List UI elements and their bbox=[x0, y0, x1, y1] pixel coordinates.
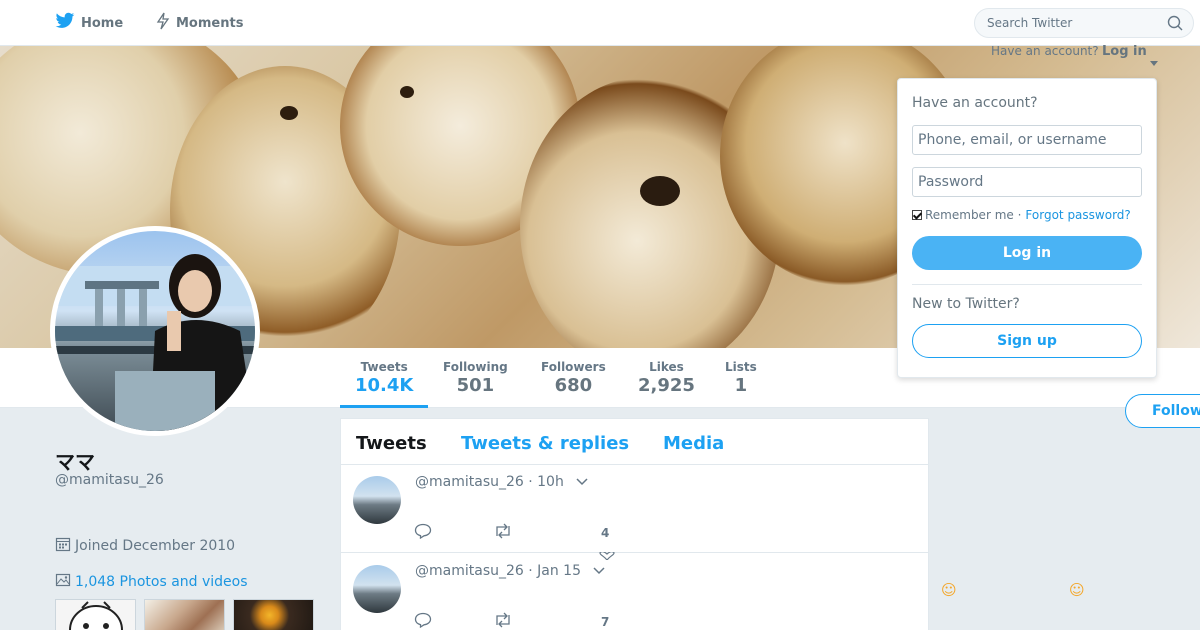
active-stat-indicator bbox=[340, 405, 428, 408]
login-menu-toggle[interactable]: Log in bbox=[1102, 44, 1147, 59]
joined-date: Joined December 2010 bbox=[55, 536, 235, 556]
chevron-down-icon[interactable] bbox=[576, 474, 588, 490]
tab-tweets-replies[interactable]: Tweets & replies bbox=[461, 433, 629, 454]
nav-home[interactable]: Home bbox=[55, 0, 123, 46]
tweet-handle[interactable]: @mamitasu_26 bbox=[415, 563, 524, 579]
tweet-handle[interactable]: @mamitasu_26 bbox=[415, 474, 524, 490]
calendar-icon bbox=[55, 536, 75, 556]
stat-tweets[interactable]: Tweets 10.4K bbox=[355, 360, 413, 397]
login-button[interactable]: Log in bbox=[912, 236, 1142, 270]
reply-icon[interactable] bbox=[414, 523, 432, 543]
tweet-header: @mamitasu_26 · 10h bbox=[415, 474, 588, 490]
avatar[interactable] bbox=[50, 226, 260, 436]
photo-thumbnail[interactable] bbox=[144, 599, 225, 630]
stat-lists[interactable]: Lists 1 bbox=[725, 360, 757, 397]
login-dropdown-title: Have an account? bbox=[912, 95, 1038, 111]
nav-moments-label: Moments bbox=[176, 15, 244, 31]
stat-followers[interactable]: Followers 680 bbox=[541, 360, 606, 397]
like-count: 7 bbox=[601, 615, 610, 629]
photo-thumbnail[interactable] bbox=[55, 599, 136, 630]
photo-thumbnail[interactable] bbox=[233, 599, 314, 630]
username-field[interactable]: Phone, email, or username bbox=[912, 125, 1142, 155]
password-field[interactable]: Password bbox=[912, 167, 1142, 197]
search-input[interactable]: Search Twitter bbox=[974, 8, 1194, 38]
stat-label: Tweets bbox=[360, 360, 408, 374]
retweet-icon[interactable] bbox=[493, 523, 513, 543]
have-account-prompt: Have an account? bbox=[991, 44, 1099, 58]
nav-home-label: Home bbox=[81, 15, 124, 31]
timeline: Tweets Tweets & replies Media @mamitasu_… bbox=[340, 418, 929, 630]
search-icon[interactable] bbox=[1167, 15, 1183, 35]
tweet-header: @mamitasu_26 · Jan 15 bbox=[415, 563, 605, 579]
remember-me-label[interactable]: Remember me bbox=[925, 208, 1014, 222]
forgot-password-link[interactable]: Forgot password? bbox=[1025, 208, 1130, 222]
joined-date-text: Joined December 2010 bbox=[75, 538, 236, 554]
like-count: 4 bbox=[601, 526, 610, 540]
stat-following[interactable]: Following 501 bbox=[443, 360, 508, 397]
tab-media[interactable]: Media bbox=[663, 433, 724, 454]
chevron-down-icon[interactable] bbox=[593, 563, 605, 579]
tweet-time[interactable]: · Jan 15 bbox=[528, 563, 581, 579]
twitter-bird-icon bbox=[55, 12, 81, 34]
tweet-item[interactable]: @mamitasu_26 · 10h 4 bbox=[341, 465, 928, 561]
tweet-time[interactable]: · 10h bbox=[528, 474, 564, 490]
emoji: ☺ bbox=[1069, 581, 1085, 599]
signup-button[interactable]: Sign up bbox=[912, 324, 1142, 358]
search-placeholder: Search Twitter bbox=[987, 16, 1073, 30]
stat-value: 501 bbox=[456, 375, 495, 396]
top-navigation: Home Moments Search Twitter bbox=[0, 0, 1200, 46]
remember-me-checkbox[interactable] bbox=[912, 210, 922, 220]
emoji: ☺ bbox=[941, 581, 957, 599]
remember-me-row: Remember me · Forgot password? bbox=[912, 208, 1131, 222]
stat-label: Lists bbox=[725, 360, 757, 374]
stat-value: 1 bbox=[734, 375, 748, 396]
nav-moments[interactable]: Moments bbox=[156, 0, 243, 46]
stat-label: Followers bbox=[541, 360, 606, 374]
reply-icon[interactable] bbox=[414, 612, 432, 630]
photos-videos-link[interactable]: 1,048 Photos and videos bbox=[55, 572, 248, 592]
new-to-twitter-text: New to Twitter? bbox=[912, 296, 1020, 312]
divider bbox=[912, 284, 1142, 285]
profile-name: ママ bbox=[55, 450, 95, 474]
separator-dot: · bbox=[1017, 208, 1022, 222]
stat-label: Following bbox=[443, 360, 508, 374]
follow-button[interactable]: Follow bbox=[1125, 394, 1200, 428]
photos-videos-label: 1,048 Photos and videos bbox=[75, 574, 248, 590]
stat-value: 2,925 bbox=[638, 375, 695, 396]
stat-value: 680 bbox=[554, 375, 593, 396]
tweet-avatar[interactable] bbox=[353, 565, 401, 613]
retweet-icon[interactable] bbox=[493, 612, 513, 630]
stat-label: Likes bbox=[649, 360, 684, 374]
photo-icon bbox=[55, 572, 75, 592]
profile-handle[interactable]: @mamitasu_26 bbox=[55, 472, 164, 488]
chevron-down-icon[interactable] bbox=[1150, 51, 1158, 70]
stat-likes[interactable]: Likes 2,925 bbox=[638, 360, 695, 397]
tweet-avatar[interactable] bbox=[353, 476, 401, 524]
tab-tweets[interactable]: Tweets bbox=[356, 433, 427, 454]
login-dropdown: Have an account? Phone, email, or userna… bbox=[897, 78, 1157, 378]
tweet-item[interactable]: @mamitasu_26 · Jan 15 7 bbox=[341, 554, 928, 630]
timeline-tabs: Tweets Tweets & replies Media bbox=[341, 419, 928, 465]
stat-value: 10.4K bbox=[355, 375, 414, 396]
bolt-icon bbox=[156, 12, 176, 34]
